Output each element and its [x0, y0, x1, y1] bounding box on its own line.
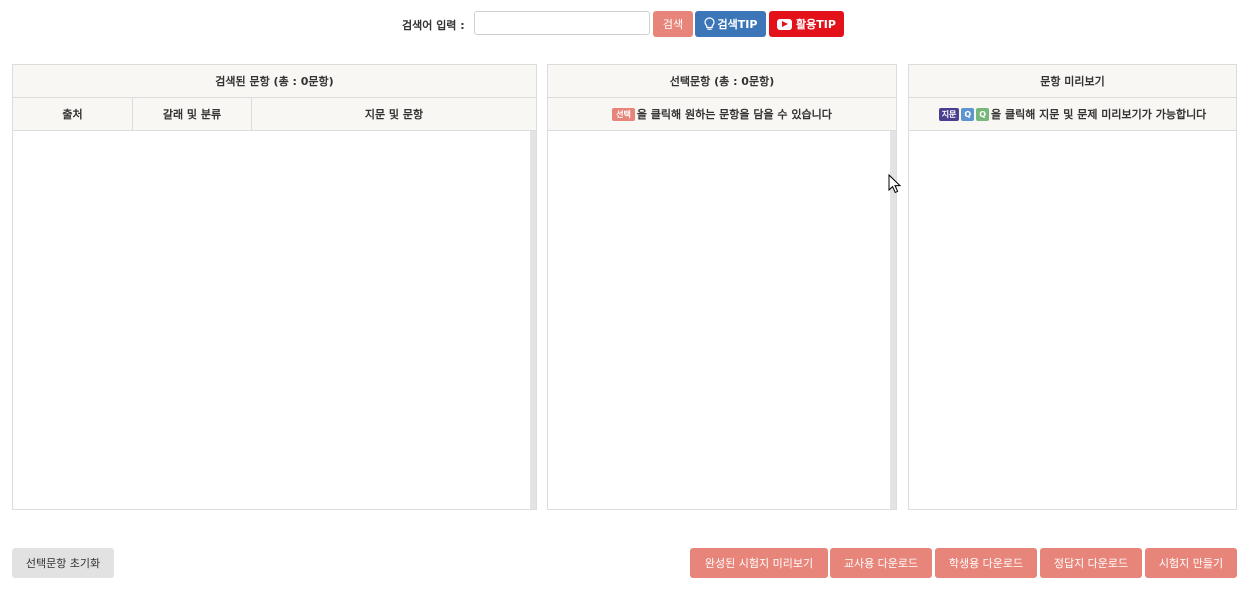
- search-tip-button[interactable]: 검색TIP: [695, 11, 766, 37]
- question-tag-badge-blue: Q: [961, 107, 975, 121]
- selected-panel-hint-row: 선택 을 클릭해 원하는 문항을 담을 수 있습니다: [548, 98, 896, 131]
- results-panel-title: 검색된 문항 (총 : 0문항): [13, 65, 536, 98]
- search-bar: 검색어 입력 : 검색 검색TIP 활용TIP: [0, 11, 1246, 37]
- search-button[interactable]: 검색: [653, 11, 693, 37]
- make-exam-button[interactable]: 시험지 만들기: [1145, 548, 1237, 578]
- reset-selection-button[interactable]: 선택문항 초기화: [12, 548, 114, 578]
- answer-download-button[interactable]: 정답지 다운로드: [1040, 548, 1142, 578]
- column-header-source[interactable]: 출처: [13, 98, 133, 130]
- youtube-icon: [777, 18, 793, 30]
- results-scrollbar[interactable]: [530, 131, 536, 509]
- student-download-button[interactable]: 학생용 다운로드: [935, 548, 1037, 578]
- preview-panel: 문항 미리보기 지문 Q Q 을 클릭해 지문 및 문제 미리보기가 가능합니다: [908, 64, 1237, 510]
- results-table-header: 출처 갈래 및 분류 지문 및 문항: [13, 98, 536, 131]
- lightbulb-icon: [703, 17, 715, 30]
- selected-panel-hint: 을 클릭해 원하는 문항을 담을 수 있습니다: [636, 108, 832, 121]
- preview-panel-title: 문항 미리보기: [909, 65, 1236, 98]
- search-input[interactable]: [474, 11, 650, 35]
- search-label: 검색어 입력 :: [402, 19, 465, 32]
- passage-tag-badge: 지문: [938, 107, 960, 121]
- question-tag-badge-green: Q: [976, 107, 990, 121]
- selected-panel: 선택문항 (총 : 0문항) 선택 을 클릭해 원하는 문항을 담을 수 있습니…: [547, 64, 897, 510]
- preview-panel-hint: 을 클릭해 지문 및 문제 미리보기가 가능합니다: [991, 108, 1207, 121]
- column-header-passage[interactable]: 지문 및 문항: [252, 98, 536, 130]
- preview-exam-button[interactable]: 완성된 시험지 미리보기: [690, 548, 828, 578]
- select-tag-badge: 선택: [612, 107, 635, 121]
- mouse-cursor-icon: [888, 174, 902, 194]
- preview-panel-hint-row: 지문 Q Q 을 클릭해 지문 및 문제 미리보기가 가능합니다: [909, 98, 1236, 131]
- teacher-download-button[interactable]: 교사용 다운로드: [830, 548, 932, 578]
- youtube-tip-label: 활용TIP: [796, 18, 836, 31]
- selected-panel-title: 선택문항 (총 : 0문항): [548, 65, 896, 98]
- youtube-tip-button[interactable]: 활용TIP: [769, 11, 844, 37]
- search-tip-label: 검색TIP: [717, 18, 758, 31]
- results-panel: 검색된 문항 (총 : 0문항) 출처 갈래 및 분류 지문 및 문항: [12, 64, 537, 510]
- column-header-genre[interactable]: 갈래 및 분류: [133, 98, 252, 130]
